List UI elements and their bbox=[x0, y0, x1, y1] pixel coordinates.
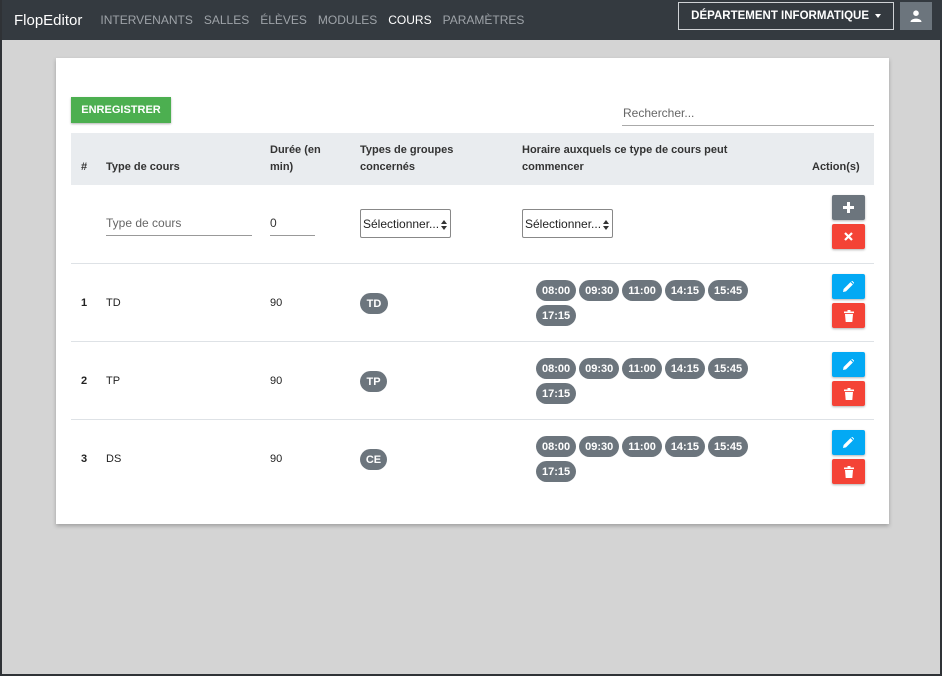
header-actions: Action(s) bbox=[812, 161, 860, 173]
header-groups: Types de groupes concernés bbox=[360, 144, 454, 173]
delete-button[interactable] bbox=[832, 459, 865, 484]
row-type: DS bbox=[106, 453, 122, 465]
row-duration: 90 bbox=[270, 297, 283, 309]
nav-link-parametres[interactable]: PARAMÈTRES bbox=[443, 13, 525, 27]
row-duration: 90 bbox=[270, 453, 283, 465]
trash-icon bbox=[843, 465, 854, 478]
table-header: # Type de cours Durée (en min) Types de … bbox=[71, 133, 874, 185]
delete-button[interactable] bbox=[832, 381, 865, 406]
select-arrows-icon bbox=[441, 220, 447, 230]
plus-icon bbox=[843, 202, 854, 213]
pencil-icon bbox=[843, 359, 854, 370]
group-badge: TD bbox=[360, 293, 388, 314]
new-row: Sélectionner... Sélectionner... bbox=[71, 185, 874, 263]
time-badge: 08:00 bbox=[536, 280, 577, 301]
time-badge: 17:15 bbox=[536, 461, 577, 482]
brand-logo[interactable]: FlopEditor bbox=[14, 12, 82, 29]
row-type: TP bbox=[106, 375, 121, 387]
nav-link-cours[interactable]: COURS bbox=[388, 13, 431, 27]
close-icon bbox=[844, 232, 853, 241]
time-badge: 17:15 bbox=[536, 383, 577, 404]
delete-button[interactable] bbox=[832, 303, 865, 328]
header-schedule: Horaire auxquels ce type de cours peut c… bbox=[522, 144, 728, 173]
top-navbar: FlopEditor INTERVENANTS SALLES ÉLÈVES MO… bbox=[2, 0, 942, 40]
row-num: 1 bbox=[81, 297, 88, 309]
table-row: 3 DS 90 CE 08:00 09:30 11:00 14:15 15:45 17:1… bbox=[71, 419, 874, 497]
select-arrows-icon bbox=[603, 220, 609, 230]
table-row: 2 TP 90 TP 08:00 09:30 11:00 14:15 15:45 17:1… bbox=[71, 341, 874, 419]
nav-link-eleves[interactable]: ÉLÈVES bbox=[260, 13, 307, 27]
group-badge: TP bbox=[360, 371, 387, 392]
time-badge: 14:15 bbox=[664, 358, 705, 379]
row-num: 3 bbox=[81, 453, 88, 465]
row-type: TD bbox=[106, 297, 121, 309]
schedule-list: 08:00 09:30 11:00 14:15 15:45 17:15 bbox=[536, 436, 766, 486]
pencil-icon bbox=[843, 281, 854, 292]
time-badge: 17:15 bbox=[536, 305, 577, 326]
time-badge: 09:30 bbox=[579, 358, 620, 379]
groups-select-value: Sélectionner... bbox=[363, 216, 440, 231]
time-badge: 11:00 bbox=[622, 280, 662, 301]
user-icon bbox=[910, 10, 922, 22]
course-types-card: ENREGISTRER # Type de cours Durée (en mi… bbox=[56, 58, 889, 524]
save-button[interactable]: ENREGISTRER bbox=[71, 97, 171, 123]
schedule-list: 08:00 09:30 11:00 14:15 15:45 17:15 bbox=[536, 358, 766, 408]
row-duration: 90 bbox=[270, 375, 283, 387]
schedule-select-value: Sélectionner... bbox=[525, 216, 602, 231]
time-badge: 09:30 bbox=[579, 436, 620, 457]
trash-icon bbox=[843, 387, 854, 400]
schedule-select[interactable]: Sélectionner... bbox=[522, 209, 613, 238]
time-badge: 14:15 bbox=[664, 436, 705, 457]
department-label: DÉPARTEMENT INFORMATIQUE bbox=[691, 10, 869, 22]
edit-button[interactable] bbox=[832, 352, 865, 377]
nav-link-intervenants[interactable]: INTERVENANTS bbox=[100, 13, 192, 27]
time-badge: 08:00 bbox=[536, 358, 577, 379]
time-badge: 14:15 bbox=[664, 280, 705, 301]
add-button[interactable] bbox=[832, 195, 865, 220]
pencil-icon bbox=[843, 437, 854, 448]
time-badge: 09:30 bbox=[579, 280, 620, 301]
trash-icon bbox=[843, 309, 854, 322]
time-badge: 15:45 bbox=[707, 280, 749, 301]
group-badge: CE bbox=[360, 449, 387, 470]
edit-button[interactable] bbox=[832, 274, 865, 299]
course-type-input[interactable] bbox=[106, 210, 252, 236]
search-input[interactable] bbox=[622, 101, 874, 126]
duration-input[interactable] bbox=[270, 210, 315, 236]
time-badge: 11:00 bbox=[622, 358, 662, 379]
header-num: # bbox=[81, 161, 88, 173]
nav-right-group: DÉPARTEMENT INFORMATIQUE bbox=[678, 2, 932, 30]
header-type: Type de cours bbox=[106, 161, 180, 173]
user-menu-button[interactable] bbox=[900, 2, 932, 30]
nav-link-modules[interactable]: MODULES bbox=[318, 13, 377, 27]
time-badge: 15:45 bbox=[707, 358, 749, 379]
department-dropdown[interactable]: DÉPARTEMENT INFORMATIQUE bbox=[678, 2, 894, 30]
cancel-button[interactable] bbox=[832, 224, 865, 249]
header-duration: Durée (en min) bbox=[270, 144, 321, 173]
schedule-list: 08:00 09:30 11:00 14:15 15:45 17:15 bbox=[536, 280, 766, 330]
groups-select[interactable]: Sélectionner... bbox=[360, 209, 451, 238]
nav-link-salles[interactable]: SALLES bbox=[204, 13, 249, 27]
caret-down-icon bbox=[875, 14, 881, 18]
row-num: 2 bbox=[81, 375, 88, 387]
time-badge: 08:00 bbox=[536, 436, 577, 457]
time-badge: 11:00 bbox=[622, 436, 662, 457]
time-badge: 15:45 bbox=[707, 436, 749, 457]
edit-button[interactable] bbox=[832, 430, 865, 455]
table-row: 1 TD 90 TD 08:00 09:30 11:00 14:15 15:45 17:1… bbox=[71, 263, 874, 341]
